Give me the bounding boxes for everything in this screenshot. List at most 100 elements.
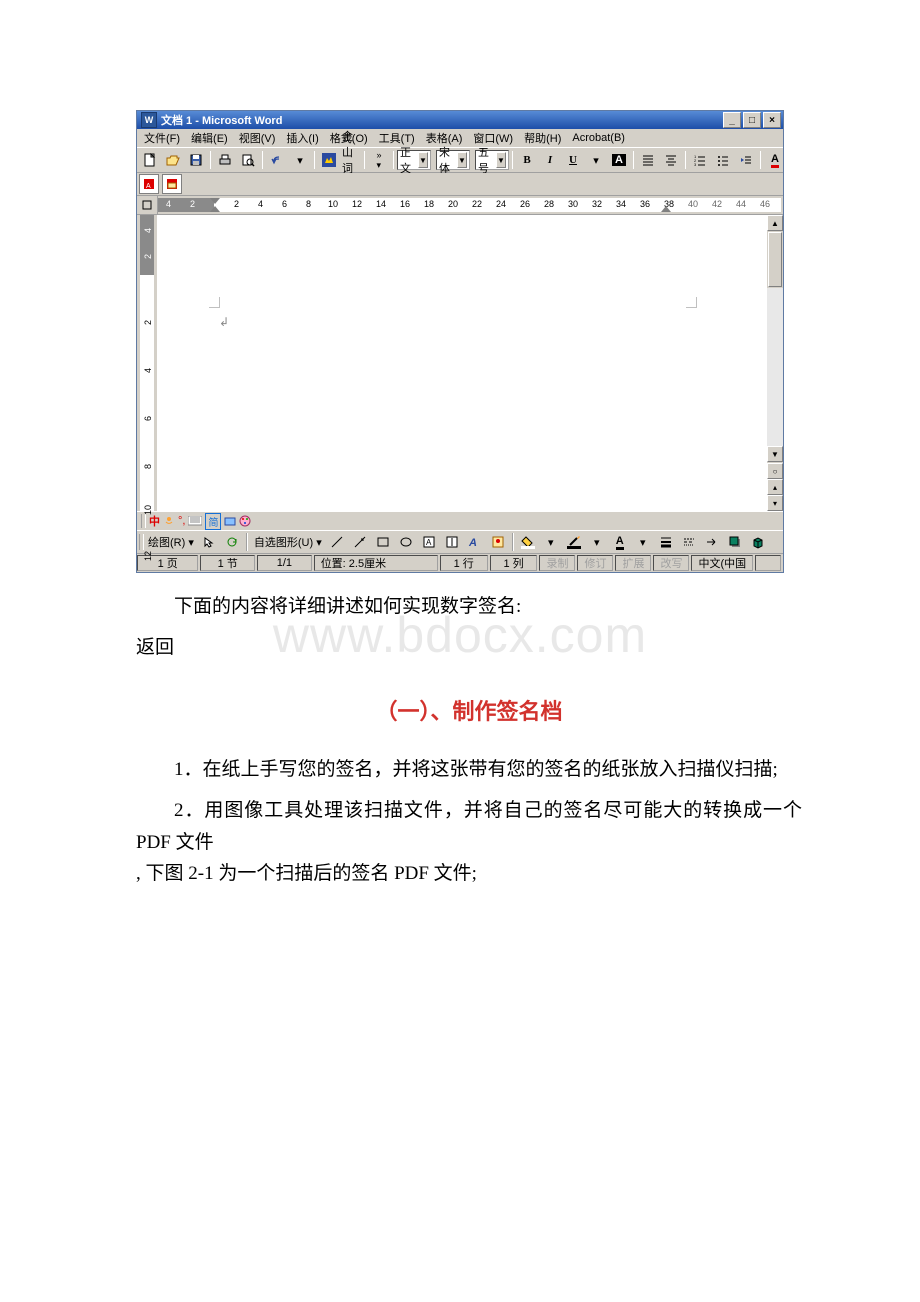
scroll-track[interactable] xyxy=(767,288,783,446)
document-area[interactable]: ↲ xyxy=(157,215,767,511)
numbered-list-button[interactable]: 123 xyxy=(689,150,711,170)
menu-acrobat[interactable]: Acrobat(B) xyxy=(567,131,630,145)
line-color-button[interactable] xyxy=(563,533,585,551)
step-2a: 2．用图像工具处理该扫描文件，并将自己的签名尽可能大的转换成一个 PDF 文件 xyxy=(136,795,802,858)
paper[interactable]: ↲ xyxy=(157,215,767,511)
toolbar-overflow[interactable]: »▾ xyxy=(368,150,390,170)
align-distribute-button[interactable] xyxy=(660,150,682,170)
select-objects-button[interactable] xyxy=(198,532,220,552)
close-button[interactable]: × xyxy=(763,112,781,128)
indent-marker-bottom[interactable] xyxy=(210,206,220,212)
word-icon-letter: W xyxy=(145,115,154,125)
horizontal-ruler[interactable]: 4 2 2 4 6 8 10 12 14 16 18 20 22 24 26 2… xyxy=(137,196,783,215)
status-rec[interactable]: 录制 xyxy=(539,555,575,571)
menu-file[interactable]: 文件(F) xyxy=(139,129,185,147)
print-preview-button[interactable] xyxy=(237,150,259,170)
indent-marker-top[interactable] xyxy=(210,198,220,204)
grip[interactable] xyxy=(139,534,144,550)
font-effect-button[interactable]: A xyxy=(608,150,630,170)
new-doc-button[interactable] xyxy=(139,150,161,170)
italic-button[interactable]: I xyxy=(539,150,561,170)
status-ovr[interactable]: 改写 xyxy=(653,555,689,571)
rotate-button[interactable] xyxy=(221,532,243,552)
maximize-button[interactable]: □ xyxy=(743,112,761,128)
scroll-thumb[interactable] xyxy=(768,232,782,287)
browse-object-button[interactable]: ○ xyxy=(767,463,783,479)
menu-edit[interactable]: 编辑(E) xyxy=(186,129,233,147)
wordart-tool[interactable]: A xyxy=(464,533,486,551)
text-color-button[interactable]: A xyxy=(609,533,631,551)
jinshan-label[interactable]: 金山词霸 xyxy=(341,151,361,169)
menu-window[interactable]: 窗口(W) xyxy=(468,129,518,147)
menu-insert[interactable]: 插入(I) xyxy=(281,129,323,147)
autoshapes-menu[interactable]: 自选图形(U) ▾ xyxy=(251,534,325,550)
menu-help[interactable]: 帮助(H) xyxy=(519,129,566,147)
ime-palette-icon[interactable] xyxy=(239,515,251,527)
ellipse-tool[interactable] xyxy=(395,533,417,551)
return-link[interactable]: 返回 xyxy=(136,632,802,663)
undo-dropdown[interactable]: ▾ xyxy=(289,150,311,170)
arrow-tool[interactable] xyxy=(349,533,371,551)
bulleted-list-button[interactable] xyxy=(712,150,734,170)
scroll-up-button[interactable]: ▲ xyxy=(767,215,783,231)
line-style-button[interactable] xyxy=(655,533,677,551)
pdf-create-button[interactable]: A xyxy=(139,174,159,194)
3d-button[interactable] xyxy=(747,533,769,551)
underline-dropdown[interactable]: ▾ xyxy=(585,150,607,170)
font-color-button[interactable]: A xyxy=(764,150,784,170)
ruler-mark: 10 xyxy=(143,505,153,515)
undo-button[interactable] xyxy=(266,150,288,170)
open-button[interactable] xyxy=(162,150,184,170)
fontsize-combo[interactable]: 五号▼ xyxy=(475,150,509,170)
ime-jian-indicator[interactable]: 简 xyxy=(205,513,221,530)
draw-menu[interactable]: 绘图(R) ▾ xyxy=(145,534,197,550)
minimize-button[interactable]: _ xyxy=(723,112,741,128)
menu-view[interactable]: 视图(V) xyxy=(234,129,281,147)
jinshan-icon[interactable] xyxy=(318,150,340,170)
decrease-indent-button[interactable] xyxy=(735,150,757,170)
style-combo[interactable]: 正文▼ xyxy=(397,150,431,170)
standard-toolbar: ▾ 金山词霸 »▾ 正文▼ 宋体▼ 五号▼ B I U ▾ A 123 A xyxy=(137,148,783,173)
scroll-down-button[interactable]: ▼ xyxy=(767,446,783,462)
font-combo[interactable]: 宋体▼ xyxy=(436,150,470,170)
clipart-tool[interactable] xyxy=(487,533,509,551)
fill-color-button[interactable] xyxy=(517,533,539,551)
pdf-mail-button[interactable] xyxy=(162,174,182,194)
print-button[interactable] xyxy=(214,150,236,170)
align-justify-button[interactable] xyxy=(637,150,659,170)
save-button[interactable] xyxy=(185,150,207,170)
ime-keyboard-icon[interactable] xyxy=(188,516,202,526)
ruler-mark: 28 xyxy=(544,199,554,209)
vertical-scrollbar[interactable]: ▲ ▼ ○ ▴ ▾ xyxy=(767,215,783,511)
dash-style-button[interactable] xyxy=(678,533,700,551)
fill-dropdown[interactable]: ▾ xyxy=(540,532,562,552)
ruler-mark: 4 xyxy=(166,199,171,209)
status-rev[interactable]: 修订 xyxy=(577,555,613,571)
bold-button[interactable]: B xyxy=(516,150,538,170)
linecolor-dropdown[interactable]: ▾ xyxy=(586,532,608,552)
grip[interactable] xyxy=(141,514,146,528)
textbox-tool[interactable]: A xyxy=(418,533,440,551)
prev-page-button[interactable]: ▴ xyxy=(767,479,783,495)
ruler-v-margin xyxy=(140,215,154,275)
status-ext[interactable]: 扩展 xyxy=(615,555,651,571)
minimize-glyph: _ xyxy=(729,115,735,126)
ime-punct-icon[interactable]: °, xyxy=(178,515,185,527)
underline-button[interactable]: U xyxy=(562,150,584,170)
arrow-style-button[interactable] xyxy=(701,533,723,551)
textcolor-dropdown[interactable]: ▾ xyxy=(632,532,654,552)
line-tool[interactable] xyxy=(326,533,348,551)
vertical-ruler[interactable]: 4 2 2 4 6 8 10 12 xyxy=(137,215,157,511)
next-page-button[interactable]: ▾ xyxy=(767,495,783,511)
right-indent-marker[interactable] xyxy=(661,206,671,212)
rectangle-tool[interactable] xyxy=(372,533,394,551)
ruler-mark: 22 xyxy=(472,199,482,209)
svg-text:A: A xyxy=(468,537,477,549)
vertical-textbox-tool[interactable] xyxy=(441,533,463,551)
shadow-button[interactable] xyxy=(724,533,746,551)
ime-voice-icon[interactable] xyxy=(163,515,175,527)
ime-cn-indicator[interactable]: 中 xyxy=(149,513,160,529)
title-bar[interactable]: W 文档 1 - Microsoft Word _ □ × xyxy=(137,111,783,129)
ime-options-icon[interactable] xyxy=(224,515,236,527)
ruler-mark: 24 xyxy=(496,199,506,209)
